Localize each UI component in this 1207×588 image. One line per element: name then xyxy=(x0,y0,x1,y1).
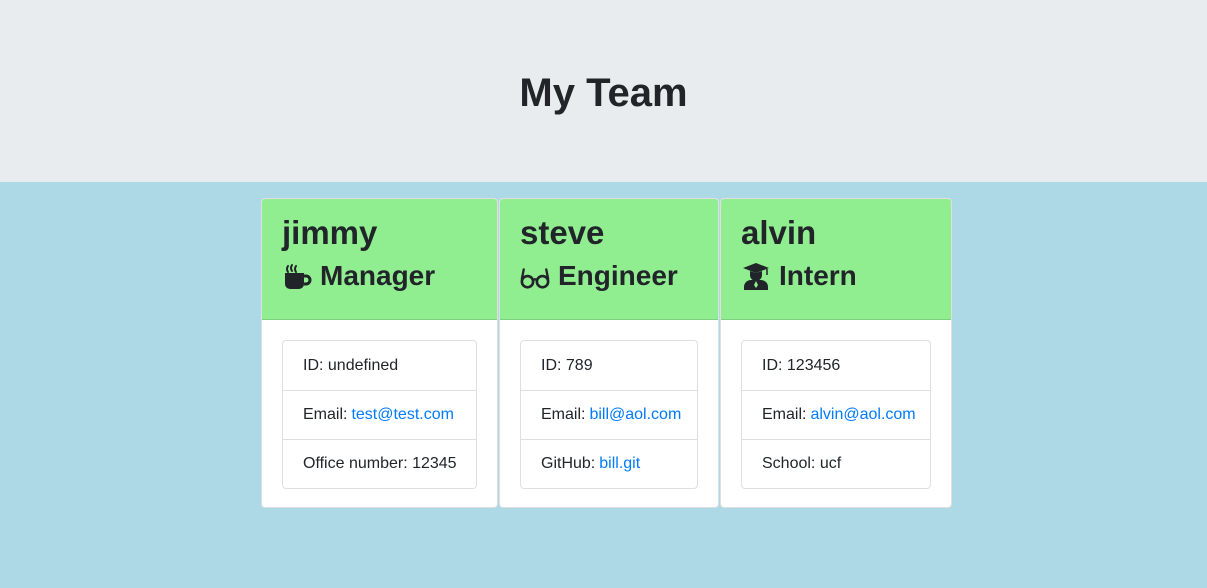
email-label: Email: xyxy=(762,406,807,423)
coffee-mug-icon xyxy=(282,261,312,291)
info-list: ID: undefined Email: test@test.com Offic… xyxy=(282,340,477,489)
office-number-text: Office number: 12345 xyxy=(303,455,457,472)
employee-role: Manager xyxy=(282,259,477,293)
email-item: Email: alvin@aol.com xyxy=(742,390,930,439)
employee-card-intern: alvin Intern ID: 123456 Email: alvin@aol… xyxy=(720,198,952,508)
school-item: School: ucf xyxy=(742,439,930,488)
office-number-item: Office number: 12345 xyxy=(283,439,476,488)
github-label: GitHub: xyxy=(541,455,596,472)
email-link[interactable]: alvin@aol.com xyxy=(810,406,915,424)
employee-role: Engineer xyxy=(520,259,698,293)
id-item: ID: undefined xyxy=(283,341,476,390)
graduate-icon xyxy=(741,261,771,291)
page-header: My Team xyxy=(0,0,1207,182)
id-item: ID: 789 xyxy=(521,341,697,390)
glasses-icon xyxy=(520,261,550,291)
info-list: ID: 123456 Email: alvin@aol.com School: … xyxy=(741,340,931,489)
employee-name: jimmy xyxy=(282,214,378,251)
role-label: Manager xyxy=(320,260,436,291)
github-item: GitHub: bill.git xyxy=(521,439,697,488)
email-label: Email: xyxy=(303,406,348,423)
role-label: Engineer xyxy=(558,260,678,291)
card-body: ID: 123456 Email: alvin@aol.com School: … xyxy=(721,320,951,507)
card-body: ID: undefined Email: test@test.com Offic… xyxy=(262,320,497,507)
id-item: ID: 123456 xyxy=(742,341,930,390)
employee-card-engineer: steve Engineer ID: 789 Email: bill@aol.c… xyxy=(499,198,719,508)
card-header: steve Engineer xyxy=(500,199,718,320)
email-item: Email: test@test.com xyxy=(283,390,476,439)
card-body: ID: 789 Email: bill@aol.com GitHub: bill… xyxy=(500,320,718,507)
card-header: jimmy Manager xyxy=(262,199,497,320)
employee-name: steve xyxy=(520,214,605,251)
id-text: ID: undefined xyxy=(303,356,399,374)
employee-name: alvin xyxy=(741,214,817,251)
email-item: Email: bill@aol.com xyxy=(521,390,697,439)
page-title: My Team xyxy=(519,70,688,115)
email-link[interactable]: test@test.com xyxy=(351,406,454,424)
email-link[interactable]: bill@aol.com xyxy=(589,406,681,424)
email-label: Email: xyxy=(541,406,586,423)
employee-card-manager: jimmy Manager ID: undefined Email: test@… xyxy=(261,198,498,508)
card-header: alvin Intern xyxy=(721,199,951,320)
role-label: Intern xyxy=(779,260,857,291)
employee-role: Intern xyxy=(741,259,931,293)
id-text: ID: 789 xyxy=(541,356,593,374)
info-list: ID: 789 Email: bill@aol.com GitHub: bill… xyxy=(520,340,698,489)
school-text: School: ucf xyxy=(762,455,842,472)
github-link[interactable]: bill.git xyxy=(599,455,640,473)
id-text: ID: 123456 xyxy=(762,356,841,374)
team-cards: jimmy Manager ID: undefined Email: test@… xyxy=(261,198,953,508)
